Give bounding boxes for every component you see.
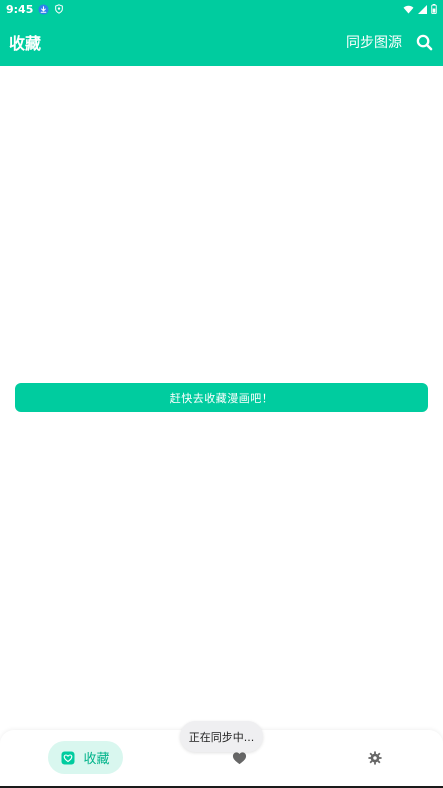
- battery-icon: [431, 4, 437, 14]
- go-collect-comics-button[interactable]: 赶快去收藏漫画吧！: [15, 383, 428, 412]
- status-right: [403, 4, 437, 14]
- app-actions: 同步图源: [346, 32, 434, 52]
- page-title: 收藏: [9, 34, 42, 53]
- wifi-icon: [403, 5, 414, 14]
- signal-icon: [418, 4, 427, 14]
- sync-source-button[interactable]: 同步图源: [346, 32, 402, 52]
- download-icon: [38, 3, 49, 15]
- sync-toast: 正在同步中...: [180, 721, 263, 752]
- search-icon: [416, 34, 432, 50]
- gear-icon: [368, 751, 382, 765]
- nav-item-settings[interactable]: [364, 747, 386, 769]
- favorites-content: 赶快去收藏漫画吧！: [0, 66, 443, 728]
- search-button[interactable]: [414, 32, 434, 52]
- nav-item-favorites[interactable]: 收藏: [48, 741, 123, 774]
- status-time: 9:45: [6, 2, 34, 16]
- status-bar: 9:45: [0, 0, 443, 18]
- status-left: 9:45: [6, 3, 64, 16]
- app-bar: 收藏 同步图源: [0, 18, 443, 66]
- heart-icon: [232, 752, 246, 765]
- shield-icon: [54, 4, 64, 14]
- app-screen: 9:45 收藏 同步图源 赶快去收藏漫画吧！ 正在同步中... 收藏: [0, 0, 443, 788]
- favorites-box-icon: [61, 751, 75, 764]
- nav-label-favorites: 收藏: [83, 752, 110, 767]
